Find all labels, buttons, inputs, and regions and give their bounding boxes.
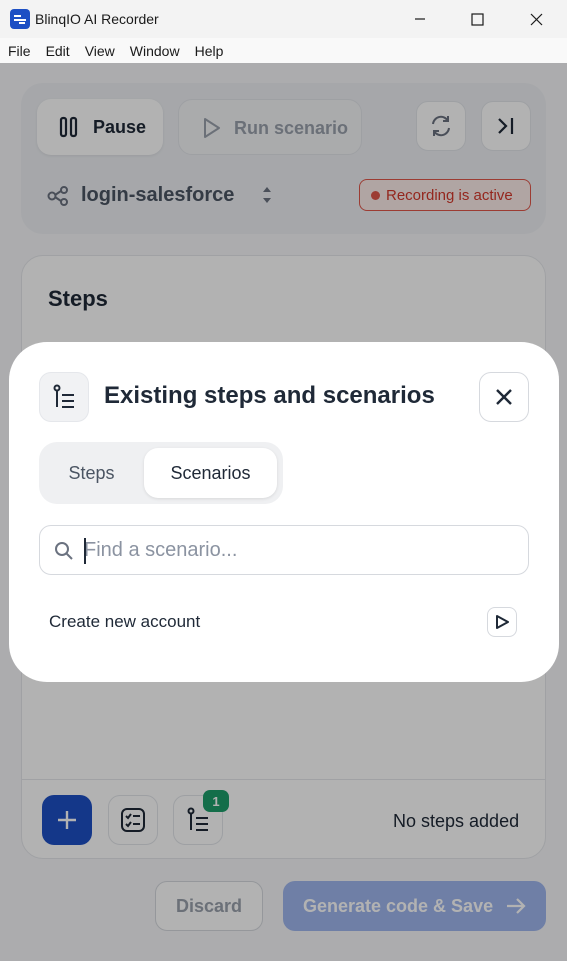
search-field[interactable] [39,525,529,575]
window-close-button[interactable] [508,0,564,38]
menu-help[interactable]: Help [195,43,224,59]
maximize-button[interactable] [449,0,505,38]
tab-switcher: Steps Scenarios [39,442,283,504]
search-input[interactable] [84,526,514,574]
scenario-result-label: Create new account [49,612,201,631]
app-logo-icon [10,9,30,29]
play-icon [496,615,509,629]
modal-title: Existing steps and scenarios [104,382,435,409]
existing-steps-modal: Existing steps and scenarios Steps Scena… [9,342,559,682]
title-bar: BlinqIO AI Recorder [0,0,567,38]
list-item[interactable]: Create new account [39,604,529,640]
menu-bar: File Edit View Window Help [0,38,567,63]
menu-edit[interactable]: Edit [46,43,70,59]
text-caret [84,538,86,564]
close-icon [496,389,512,405]
play-scenario-button[interactable] [487,607,517,637]
minimize-button[interactable] [392,0,448,38]
window-title: BlinqIO AI Recorder [35,11,159,27]
steps-tree-icon [39,372,89,422]
tab-scenarios[interactable]: Scenarios [144,448,277,498]
menu-view[interactable]: View [85,43,115,59]
search-icon [55,542,73,560]
modal-close-button[interactable] [479,372,529,422]
menu-file[interactable]: File [8,43,31,59]
menu-window[interactable]: Window [130,43,180,59]
tab-steps[interactable]: Steps [39,442,144,504]
